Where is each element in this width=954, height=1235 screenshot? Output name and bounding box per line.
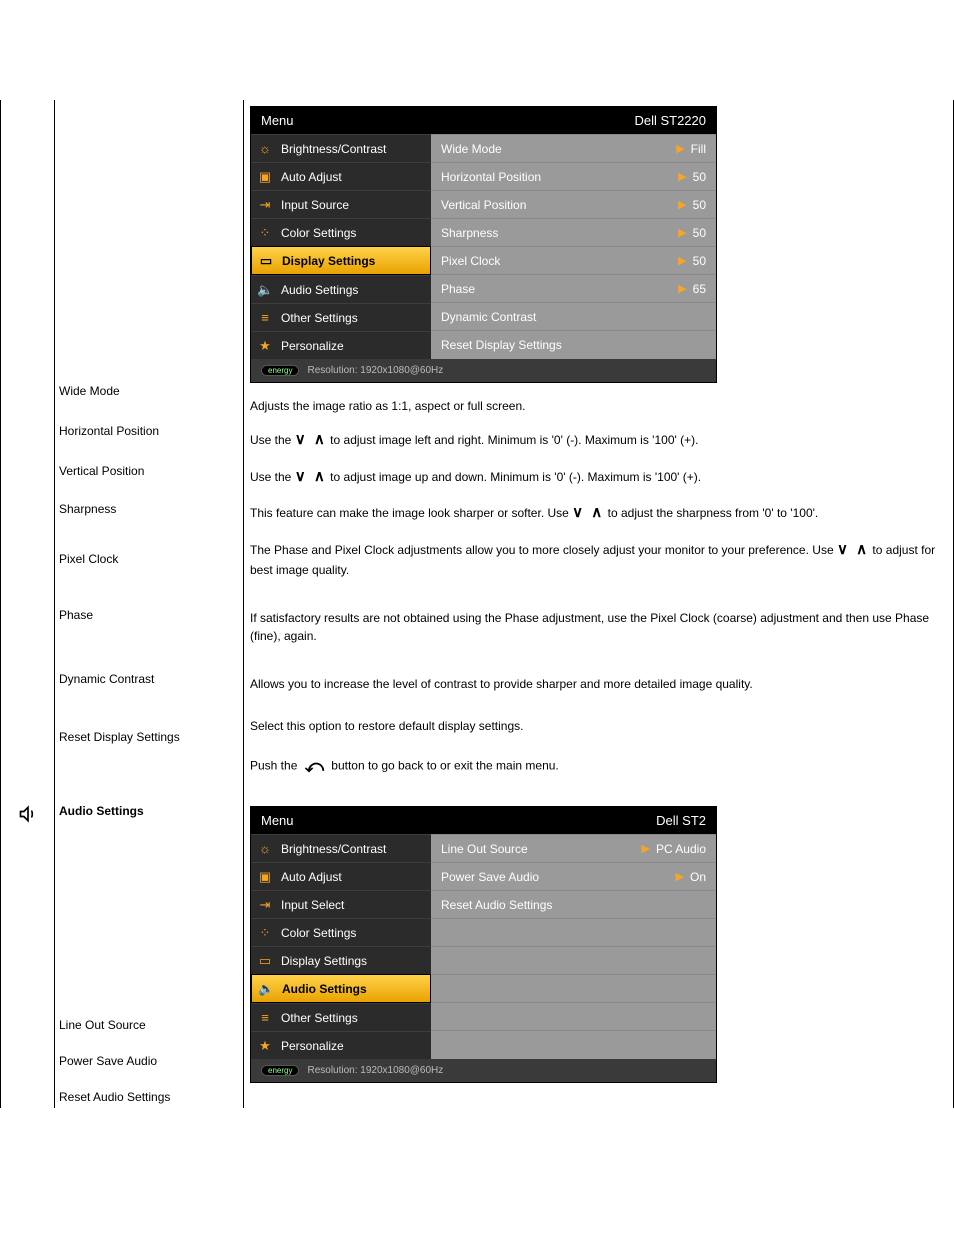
osd-model: Dell ST2 [656,813,706,828]
row-labels-display: Wide Mode Horizontal Position Vertical P… [55,100,244,800]
auto-adjust-icon: ▣ [257,169,273,185]
menu-auto-adjust[interactable]: ▣Auto Adjust [251,862,431,890]
color-icon: ⁘ [257,225,273,241]
return-back-icon: ⤺ [305,753,324,780]
arrow-right-icon: ▶ [678,226,686,239]
row-icon-cell [1,100,55,800]
menu-display-settings[interactable]: ▭Display Settings [251,946,431,974]
energy-badge-icon: energy [261,365,299,376]
arrow-right-icon: ▶ [678,282,686,295]
speaker-icon [18,815,38,827]
brightness-icon: ☼ [257,841,273,856]
arrow-right-icon: ▶ [678,170,686,183]
menu-personalize[interactable]: ★Personalize [251,1031,431,1059]
menu-audio-settings[interactable]: 🔈Audio Settings [251,275,431,303]
osd-audio-settings: Menu Dell ST2 ☼Brightness/Contrast ▣Auto… [250,806,717,1083]
opt-sharpness[interactable]: Sharpness▶50 [431,218,716,246]
arrow-right-icon: ▶ [676,870,684,883]
label-audio: Audio Settings [59,804,239,818]
opt-vertical-position[interactable]: Vertical Position▶50 [431,190,716,218]
osd-footer-resolution: Resolution: 1920x1080@60Hz [307,365,443,376]
label-vpos: Vertical Position [59,464,239,478]
arrow-right-icon: ▶ [678,198,686,211]
label-pixel: Pixel Clock [59,552,239,566]
desc-sharp: This feature can make the image look sha… [250,502,947,525]
opt-horizontal-position[interactable]: Horizontal Position▶50 [431,162,716,190]
menu-color-settings[interactable]: ⁘Color Settings [251,218,431,246]
down-up-chevron-icon: ∨ ∧ [295,431,327,448]
desc-phase: If satisfactory results are not obtained… [250,609,947,645]
opt-dynamic-contrast[interactable]: Dynamic Contrast [431,302,716,330]
menu-personalize[interactable]: ★Personalize [251,331,431,359]
label-reset: Reset Display Settings [59,730,239,744]
audio-icon: 🔈 [257,282,273,298]
display-icon: ▭ [258,253,274,269]
label-phase: Phase [59,608,239,622]
menu-color-settings[interactable]: ⁘Color Settings [251,918,431,946]
menu-brightness-contrast[interactable]: ☼Brightness/Contrast [251,834,431,862]
menu-brightness-contrast[interactable]: ☼Brightness/Contrast [251,134,431,162]
energy-badge-icon: energy [261,1065,299,1076]
menu-display-settings[interactable]: ▭Display Settings [251,246,431,275]
label-line-out: Line Out Source [59,1018,239,1032]
opt-phase[interactable]: Phase▶65 [431,274,716,302]
menu-other-settings[interactable]: ≡Other Settings [251,303,431,331]
opt-power-save-audio[interactable]: Power Save Audio▶On [431,862,716,890]
osd-display-settings: Menu Dell ST2220 ☼Brightness/Contrast ▣A… [250,106,717,383]
desc-dyn: Allows you to increase the level of cont… [250,675,947,693]
opt-pixel-clock[interactable]: Pixel Clock▶50 [431,246,716,274]
desc-hpos: Use the ∨ ∧ to adjust image left and rig… [250,429,947,452]
opt-wide-mode[interactable]: Wide Mode▶Fill [431,134,716,162]
menu-other-settings[interactable]: ≡Other Settings [251,1003,431,1031]
desc-vpos: Use the ∨ ∧ to adjust image up and down.… [250,466,947,489]
star-icon: ★ [257,1038,273,1054]
other-icon: ≡ [257,1010,273,1025]
opt-reset-audio[interactable]: Reset Audio Settings [431,890,716,918]
audio-icon: 🔈 [258,981,274,997]
opt-reset-display[interactable]: Reset Display Settings [431,330,716,358]
label-sharp: Sharpness [59,502,239,516]
label-dyn: Dynamic Contrast [59,672,239,686]
brightness-icon: ☼ [257,141,273,156]
arrow-right-icon: ▶ [676,142,684,155]
osd-title: Menu [261,813,294,828]
label-hpos: Horizontal Position [59,424,239,438]
input-icon: ⇥ [257,197,273,213]
auto-adjust-icon: ▣ [257,869,273,885]
label-psave: Power Save Audio [59,1054,239,1068]
arrow-right-icon: ▶ [678,254,686,267]
osd-footer-resolution: Resolution: 1920x1080@60Hz [307,1065,443,1076]
menu-input-source[interactable]: ⇥Input Source [251,190,431,218]
menu-auto-adjust[interactable]: ▣Auto Adjust [251,162,431,190]
down-up-chevron-icon: ∨ ∧ [572,504,604,521]
desc-wide: Adjusts the image ratio as 1:1, aspect o… [250,397,947,415]
label-wide: Wide Mode [59,384,239,398]
osd-title: Menu [261,113,294,128]
other-icon: ≡ [257,310,273,325]
star-icon: ★ [257,338,273,354]
row-labels-audio: Audio Settings Line Out Source Power Sav… [55,800,244,1108]
color-icon: ⁘ [257,925,273,941]
down-up-chevron-icon: ∨ ∧ [295,468,327,485]
desc-pixel: The Phase and Pixel Clock adjustments al… [250,539,947,580]
down-up-chevron-icon: ∨ ∧ [837,541,869,558]
menu-audio-settings[interactable]: 🔈Audio Settings [251,974,431,1003]
label-raudio: Reset Audio Settings [59,1090,239,1104]
input-icon: ⇥ [257,897,273,913]
display-icon: ▭ [257,953,273,969]
desc-reset: Select this option to restore default di… [250,717,947,780]
menu-input-select[interactable]: ⇥Input Select [251,890,431,918]
osd-model: Dell ST2220 [634,113,706,128]
arrow-right-icon: ▶ [641,842,649,855]
opt-line-out-source[interactable]: Line Out Source▶PC Audio [431,834,716,862]
